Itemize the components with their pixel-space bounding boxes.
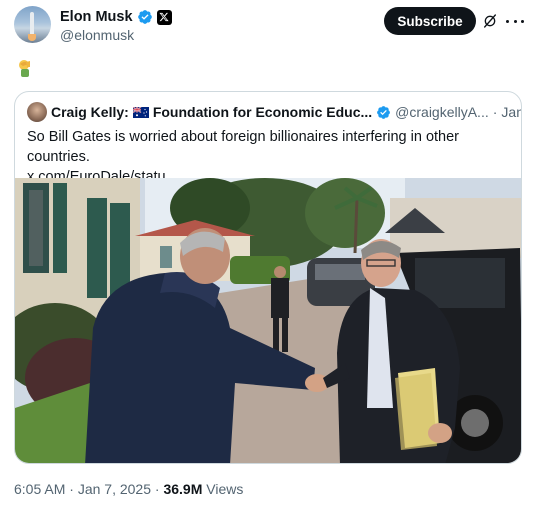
quoted-post-date[interactable]: Jan 6 (501, 104, 521, 120)
quoted-separator: · (492, 104, 498, 120)
quoted-post-photo[interactable] (15, 178, 521, 463)
meta-separator: · (69, 481, 74, 497)
subscribe-button[interactable]: Subscribe (384, 7, 476, 35)
post-date[interactable]: Jan 7, 2025 (78, 481, 151, 497)
x-logo-icon (156, 9, 172, 25)
views-label: Views (206, 481, 244, 497)
more-dot (521, 19, 524, 23)
verified-badge-icon (137, 10, 152, 24)
more-icon[interactable] (506, 12, 524, 30)
post-time[interactable]: 6:05 AM (14, 481, 65, 497)
author-handle[interactable]: @elonmusk (60, 27, 134, 43)
quoted-verified-badge-icon (377, 105, 391, 119)
grok-icon[interactable] (482, 13, 498, 29)
quoted-post-header: Craig Kelly: Foundation for Economic Edu… (27, 102, 521, 122)
facepalm-emoji-icon (19, 60, 30, 77)
author-name-row: Elon Musk (60, 8, 172, 26)
handshake-photo (15, 178, 521, 463)
more-dot (513, 19, 517, 23)
quoted-author-name[interactable]: Craig Kelly: (51, 104, 129, 120)
post-meta: 6:05 AM · Jan 7, 2025 · 36.9M Views (14, 481, 243, 497)
quoted-text-line: So Bill Gates is worried about foreign b… (27, 129, 459, 165)
quoted-author-name-suffix[interactable]: Foundation for Economic Educ... (153, 104, 372, 120)
quoted-post-card[interactable]: Craig Kelly: Foundation for Economic Edu… (14, 91, 522, 464)
author-avatar[interactable] (14, 6, 51, 43)
views-count: 36.9M (163, 481, 203, 497)
australia-flag-icon (132, 106, 149, 118)
meta-separator: · (154, 481, 160, 497)
quoted-author-avatar[interactable] (27, 102, 47, 122)
quoted-author-handle[interactable]: @craigkellyA... (395, 104, 489, 120)
post-header: Elon Musk @elonmusk Subscribe (14, 6, 524, 46)
author-display-name[interactable]: Elon Musk (60, 9, 133, 25)
rocket-flame-graphic (28, 34, 36, 41)
more-dot (506, 19, 509, 23)
